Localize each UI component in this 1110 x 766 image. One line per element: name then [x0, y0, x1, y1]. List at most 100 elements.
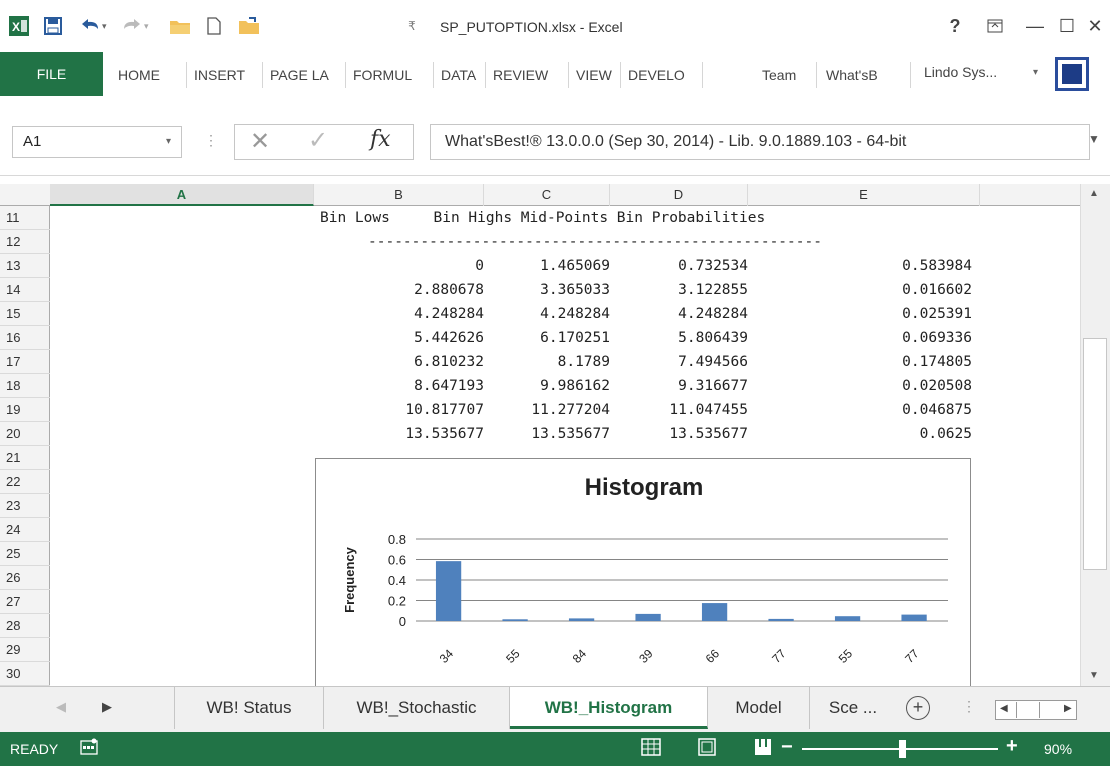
sheet-tab-wb-stochastic[interactable]: WB!_Stochastic: [324, 687, 510, 729]
table-cell[interactable]: 11.277204: [450, 400, 610, 420]
column-header-d[interactable]: D: [610, 184, 748, 206]
row-header[interactable]: 29: [0, 638, 50, 662]
table-cell[interactable]: 9.316677: [588, 376, 748, 396]
row-header[interactable]: 14: [0, 278, 50, 302]
previous-sheet-icon[interactable]: ◀: [56, 699, 66, 715]
cancel-icon[interactable]: ✕: [250, 127, 270, 156]
ribbon-display-options-icon[interactable]: [980, 12, 1010, 40]
table-cell[interactable]: 0.583984: [812, 256, 972, 276]
scroll-up-icon[interactable]: ▲: [1089, 188, 1099, 199]
row-header[interactable]: 27: [0, 590, 50, 614]
redo-icon[interactable]: ▾: [118, 14, 158, 38]
column-header-f[interactable]: [980, 184, 1080, 206]
formula-input[interactable]: What'sBest!® 13.0.0.0 (Sep 30, 2014) - L…: [430, 124, 1090, 160]
tab-view[interactable]: VIEW: [570, 64, 618, 86]
sheet-tab-wb-histogram[interactable]: WB!_Histogram: [510, 687, 708, 729]
tab-formulas[interactable]: FORMUL: [347, 64, 418, 86]
table-cell[interactable]: 5.806439: [588, 328, 748, 348]
column-header-a[interactable]: A: [50, 184, 314, 206]
table-cell[interactable]: 8.1789: [450, 352, 610, 372]
row-header[interactable]: 17: [0, 350, 50, 374]
vertical-scrollbar[interactable]: ▲ ▼: [1080, 184, 1110, 686]
chevron-down-icon[interactable]: ▾: [1033, 67, 1038, 78]
row-header[interactable]: 21: [0, 446, 50, 470]
scroll-left-icon[interactable]: ◀: [1000, 703, 1008, 714]
chevron-down-icon[interactable]: ▾: [166, 127, 171, 157]
table-cell[interactable]: 7.494566: [588, 352, 748, 372]
tab-data[interactable]: DATA: [435, 64, 482, 86]
table-cell[interactable]: 11.047455: [588, 400, 748, 420]
tab-splitter-icon[interactable]: ⋮: [962, 698, 976, 715]
table-cell[interactable]: 0.020508: [812, 376, 972, 396]
page-layout-view-icon[interactable]: [696, 737, 722, 759]
row-header[interactable]: 25: [0, 542, 50, 566]
table-cell[interactable]: 1.465069: [450, 256, 610, 276]
row-header[interactable]: 22: [0, 470, 50, 494]
sheet-tab-scenario[interactable]: Sce ...: [810, 687, 896, 729]
column-header-c[interactable]: C: [484, 184, 610, 206]
table-cell[interactable]: 6.170251: [450, 328, 610, 348]
scroll-down-icon[interactable]: ▼: [1089, 670, 1099, 681]
zoom-level[interactable]: 90%: [1044, 741, 1072, 757]
page-break-preview-icon[interactable]: [752, 737, 778, 759]
table-cell[interactable]: 13.535677: [588, 424, 748, 444]
table-cell[interactable]: 0.069336: [812, 328, 972, 348]
row-header[interactable]: 30: [0, 662, 50, 686]
tab-whatsbest[interactable]: What'sB: [820, 64, 884, 86]
row-header[interactable]: 28: [0, 614, 50, 638]
table-cell[interactable]: 0.016602: [812, 280, 972, 300]
tab-insert[interactable]: INSERT: [188, 64, 251, 86]
tab-review[interactable]: REVIEW: [487, 64, 554, 86]
zoom-in-button[interactable]: +: [1006, 735, 1018, 758]
table-cell[interactable]: 3.365033: [450, 280, 610, 300]
row-header[interactable]: 13: [0, 254, 50, 278]
table-cell[interactable]: 0.174805: [812, 352, 972, 372]
row-header[interactable]: 12: [0, 230, 50, 254]
sheet-tab-model[interactable]: Model: [708, 687, 810, 729]
enter-check-icon[interactable]: ✓: [308, 126, 328, 155]
table-cell[interactable]: 0.025391: [812, 304, 972, 324]
name-box[interactable]: A1 ▾: [12, 126, 182, 158]
formula-bar-grip-icon[interactable]: ⋮: [204, 132, 218, 149]
expand-formula-bar-icon[interactable]: ▼: [1088, 132, 1100, 146]
zoom-out-button[interactable]: −: [781, 736, 793, 759]
table-cell[interactable]: 0.046875: [812, 400, 972, 420]
row-header[interactable]: 15: [0, 302, 50, 326]
help-button[interactable]: ?: [940, 12, 970, 40]
row-header[interactable]: 26: [0, 566, 50, 590]
row-header[interactable]: 19: [0, 398, 50, 422]
open-folder-icon[interactable]: [166, 14, 194, 38]
table-cell[interactable]: 4.248284: [450, 304, 610, 324]
lindo-logo-icon[interactable]: [1055, 57, 1089, 91]
column-header-b[interactable]: B: [314, 184, 484, 206]
add-sheet-button[interactable]: +: [906, 696, 930, 720]
tab-home[interactable]: HOME: [112, 64, 166, 86]
worksheet-grid[interactable]: A B C D E 11 12 13 14 15 16 17 18 19 20 21 22 23 24 25…: [0, 184, 1080, 686]
customize-quick-access-icon[interactable]: ₹: [402, 14, 422, 38]
new-file-icon[interactable]: [202, 14, 226, 38]
next-sheet-icon[interactable]: ▶: [102, 699, 112, 715]
row-header[interactable]: 23: [0, 494, 50, 518]
save-icon[interactable]: [40, 14, 66, 38]
close-button[interactable]: ✕: [1080, 12, 1110, 40]
table-cell[interactable]: 9.986162: [450, 376, 610, 396]
table-cell[interactable]: 4.248284: [588, 304, 748, 324]
table-cell[interactable]: 3.122855: [588, 280, 748, 300]
scroll-right-icon[interactable]: ▶: [1064, 703, 1072, 714]
tab-page-layout[interactable]: PAGE LA: [264, 64, 335, 86]
maximize-button[interactable]: ☐: [1052, 12, 1082, 40]
row-header[interactable]: 11: [0, 206, 50, 230]
horizontal-scrollbar-thumb[interactable]: [1016, 702, 1040, 718]
histogram-chart[interactable]: Histogram Frequency 0 0.2 0.4 0.6 0.8 34 55 84 39 6…: [315, 458, 971, 686]
column-header-e[interactable]: E: [748, 184, 980, 206]
tab-lindo-systems[interactable]: Lindo Sys...: [924, 64, 997, 80]
minimize-button[interactable]: —: [1020, 12, 1050, 40]
row-header[interactable]: 18: [0, 374, 50, 398]
row-header[interactable]: 20: [0, 422, 50, 446]
tab-file[interactable]: FILE: [0, 52, 103, 96]
sheet-tab-wb-status[interactable]: WB! Status: [174, 687, 324, 729]
row-header[interactable]: 16: [0, 326, 50, 350]
folder-up-icon[interactable]: [236, 14, 272, 38]
macro-record-icon[interactable]: [80, 738, 98, 756]
table-cell[interactable]: 0.0625: [812, 424, 972, 444]
